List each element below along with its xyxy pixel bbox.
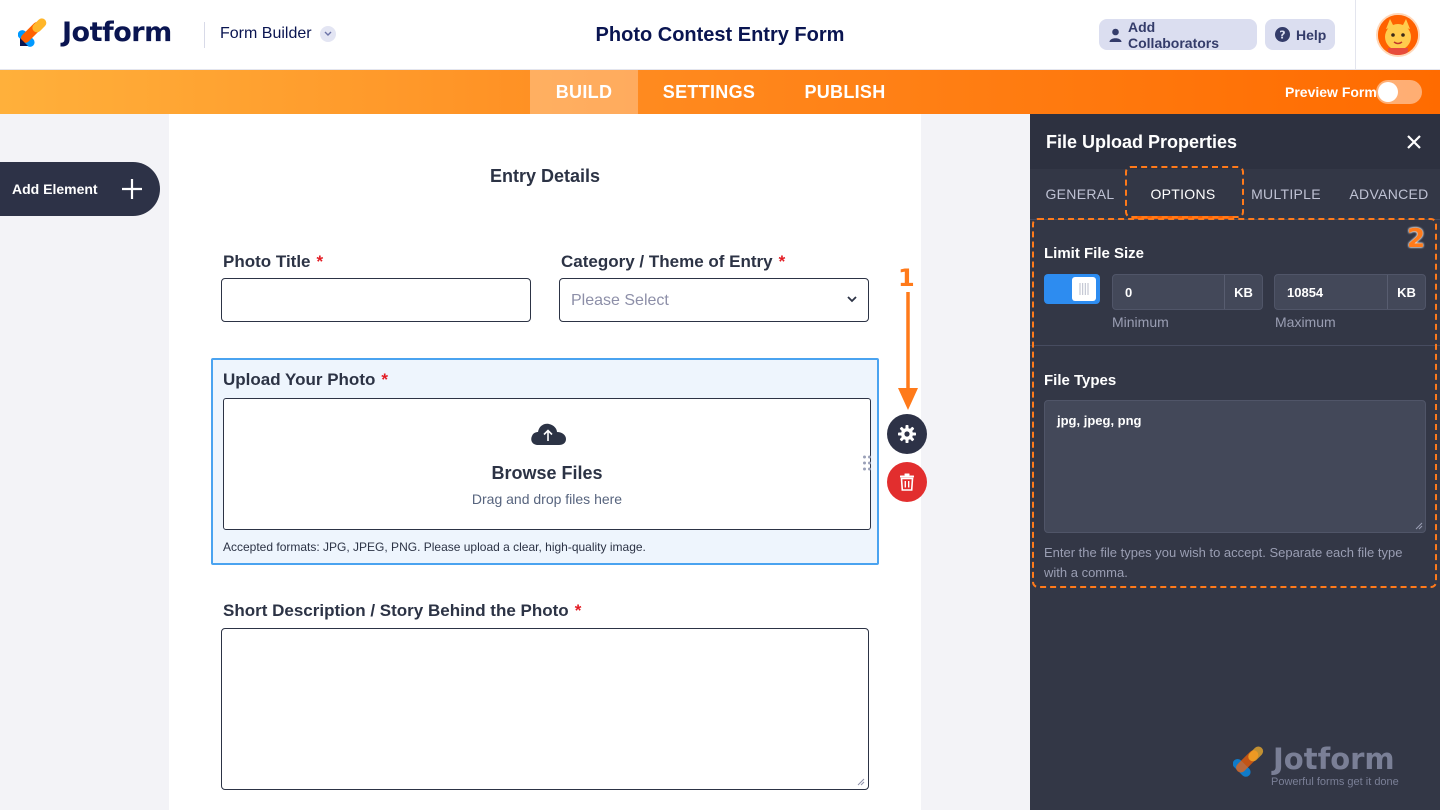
toggle-knob — [1378, 82, 1398, 102]
category-select[interactable]: Please Select — [559, 278, 869, 322]
gear-icon — [898, 425, 916, 443]
required-mark: * — [778, 252, 786, 271]
annotation-highlight-options-content — [1032, 218, 1437, 588]
required-mark: * — [316, 252, 324, 271]
form-canvas: Entry Details Photo Title * Category / Th… — [169, 114, 921, 810]
annotation-arrow-icon — [898, 292, 918, 410]
upload-label-text: Upload Your Photo — [223, 370, 376, 389]
avatar-face-icon — [1378, 15, 1418, 55]
chevron-down-icon — [319, 26, 336, 42]
form-title[interactable]: Photo Contest Entry Form — [596, 24, 845, 46]
drag-drop-hint: Drag and drop files here — [471, 491, 623, 507]
chevron-down-icon — [847, 296, 857, 303]
required-mark: * — [381, 370, 388, 389]
preview-form-label: Preview Form — [1285, 84, 1377, 100]
tab-advanced[interactable]: ADVANCED — [1338, 169, 1440, 219]
category-placeholder: Please Select — [571, 292, 669, 309]
annotation-step-2: 2 — [1407, 224, 1426, 254]
category-label-text: Category / Theme of Entry — [561, 252, 773, 271]
watermark-brand: Jotform — [1273, 742, 1395, 776]
header-divider — [1355, 0, 1356, 70]
tab-general[interactable]: GENERAL — [1030, 169, 1130, 219]
tab-settings[interactable]: SETTINGS — [638, 70, 780, 114]
form-builder-menu[interactable]: Form Builder — [220, 25, 336, 43]
jotform-logo[interactable]: Jotform — [18, 16, 172, 48]
resize-handle-icon[interactable] — [857, 778, 865, 786]
top-header: Jotform Form Builder Photo Contest Entry… — [0, 0, 1440, 70]
builder-nav: BUILD SETTINGS PUBLISH Preview Form — [0, 70, 1440, 114]
description-label: Short Description / Story Behind the Pho… — [223, 601, 581, 621]
annotation-step-1: 1 — [898, 264, 915, 292]
question-icon: ? — [1275, 27, 1290, 42]
description-label-text: Short Description / Story Behind the Pho… — [223, 601, 569, 620]
file-dropzone[interactable]: Browse Files Drag and drop files here — [223, 398, 871, 530]
brand-name: Jotform — [62, 16, 172, 48]
add-collaborators-label: Add Collaborators — [1128, 18, 1220, 51]
help-label: Help — [1296, 26, 1327, 43]
form-builder-label: Form Builder — [220, 25, 312, 42]
panel-title: File Upload Properties — [1046, 132, 1238, 152]
add-element-label: Add Element — [12, 181, 98, 197]
add-element-button[interactable]: Add Element — [0, 162, 160, 216]
annotation-highlight-options-tab — [1125, 166, 1244, 218]
user-avatar[interactable] — [1376, 13, 1420, 57]
add-collaborators-button[interactable]: Add Collaborators — [1099, 18, 1257, 51]
user-icon — [1109, 28, 1122, 42]
jotform-logo-icon — [18, 18, 47, 47]
delete-field-button[interactable] — [887, 462, 927, 502]
description-textarea[interactable] — [221, 628, 869, 790]
jotform-watermark: Jotform Powerful forms get it done — [1233, 742, 1408, 790]
tab-build[interactable]: BUILD — [530, 70, 638, 114]
svg-text:?: ? — [1279, 29, 1285, 42]
browse-files-label[interactable]: Browse Files — [224, 463, 870, 484]
upload-label: Upload Your Photo * — [223, 370, 388, 390]
plus-icon — [122, 179, 142, 199]
drag-handle-icon[interactable] — [862, 454, 872, 472]
photo-title-input[interactable] — [221, 278, 531, 322]
jotform-logo-icon — [1233, 746, 1264, 777]
photo-title-label-text: Photo Title — [223, 252, 311, 271]
cloud-upload-icon — [531, 423, 566, 445]
category-label: Category / Theme of Entry * — [561, 252, 785, 272]
trash-icon — [900, 473, 914, 491]
required-mark: * — [574, 601, 582, 620]
header-divider — [204, 22, 205, 48]
section-title: Entry Details — [489, 166, 601, 186]
preview-form-toggle[interactable] — [1376, 80, 1422, 104]
photo-title-label: Photo Title * — [223, 252, 323, 272]
upload-sublabel: Accepted formats: JPG, JPEG, PNG. Please… — [223, 540, 646, 554]
field-properties-button[interactable] — [887, 414, 927, 454]
panel-header: File Upload Properties — [1030, 114, 1440, 169]
tab-publish[interactable]: PUBLISH — [780, 70, 910, 114]
upload-field-selected[interactable]: Upload Your Photo * Browse Files Drag and… — [211, 358, 879, 565]
close-icon[interactable] — [1404, 132, 1424, 152]
tab-multiple[interactable]: MULTIPLE — [1236, 169, 1336, 219]
watermark-tagline: Powerful forms get it done — [1271, 776, 1399, 788]
help-button[interactable]: ? Help — [1265, 19, 1335, 50]
